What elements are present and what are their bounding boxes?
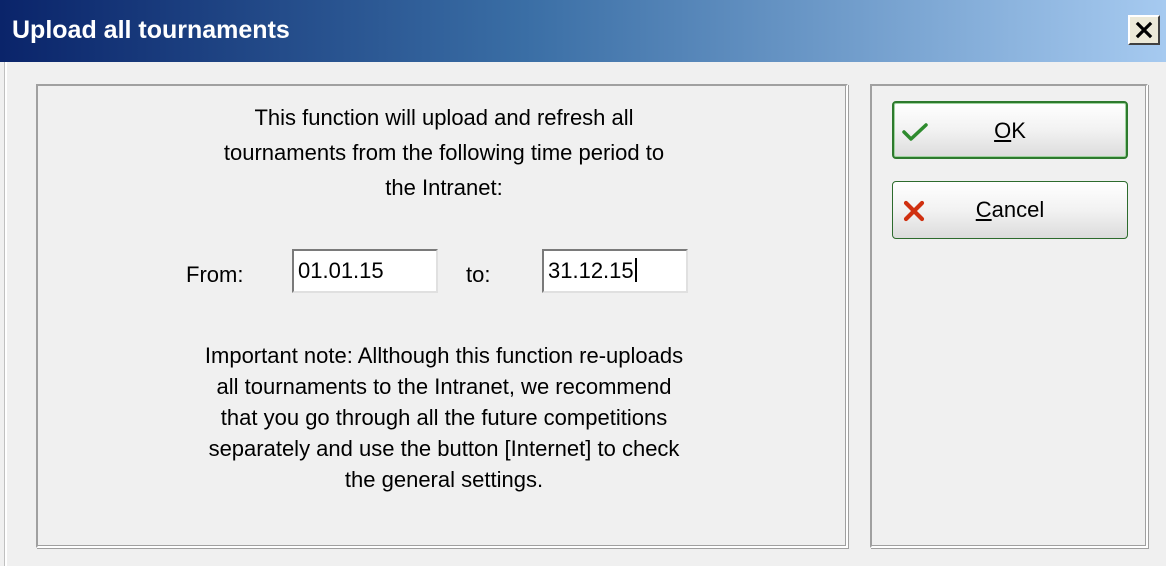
intro-line: tournaments from the following time peri… <box>223 140 665 165</box>
button-panel: OK Cancel <box>870 84 1148 548</box>
note-line: all tournaments to the Intranet, we reco… <box>216 374 672 399</box>
ok-button[interactable]: OK <box>892 101 1128 159</box>
important-note: Important note: Allthough this function … <box>38 340 850 495</box>
from-label: From: <box>186 262 244 287</box>
cancel-button[interactable]: Cancel <box>892 181 1128 239</box>
close-button[interactable] <box>1128 15 1160 45</box>
text-cursor <box>634 258 637 282</box>
note-line: separately and use the button [Internet]… <box>208 436 680 461</box>
from-date-value: 01.01.15 <box>298 258 384 283</box>
cancel-button-label: Cancel <box>975 197 1045 222</box>
intro-line: the Intranet: <box>385 175 503 200</box>
intro-line: This function will upload and refresh al… <box>254 105 634 130</box>
window-title: Upload all tournaments <box>12 16 290 44</box>
close-icon <box>1135 21 1153 39</box>
content-panel: This function will upload and refresh al… <box>36 84 848 548</box>
note-line: the general settings. <box>344 467 544 492</box>
to-date-input[interactable]: 31.12.15 <box>542 249 688 293</box>
dialog-border <box>4 62 7 566</box>
title-bar[interactable]: Upload all tournaments <box>0 0 1166 62</box>
from-date-input[interactable]: 01.01.15 <box>292 249 438 293</box>
note-line: Important note: Allthough this function … <box>204 343 684 368</box>
ok-button-label: OK <box>994 118 1026 143</box>
note-line: that you go through all the future compe… <box>220 405 668 430</box>
intro-text: This function will upload and refresh al… <box>38 100 850 205</box>
dialog-window: Upload all tournaments This function wil… <box>0 0 1166 566</box>
to-label: to: <box>466 262 491 287</box>
to-date-value: 31.12.15 <box>548 258 634 283</box>
